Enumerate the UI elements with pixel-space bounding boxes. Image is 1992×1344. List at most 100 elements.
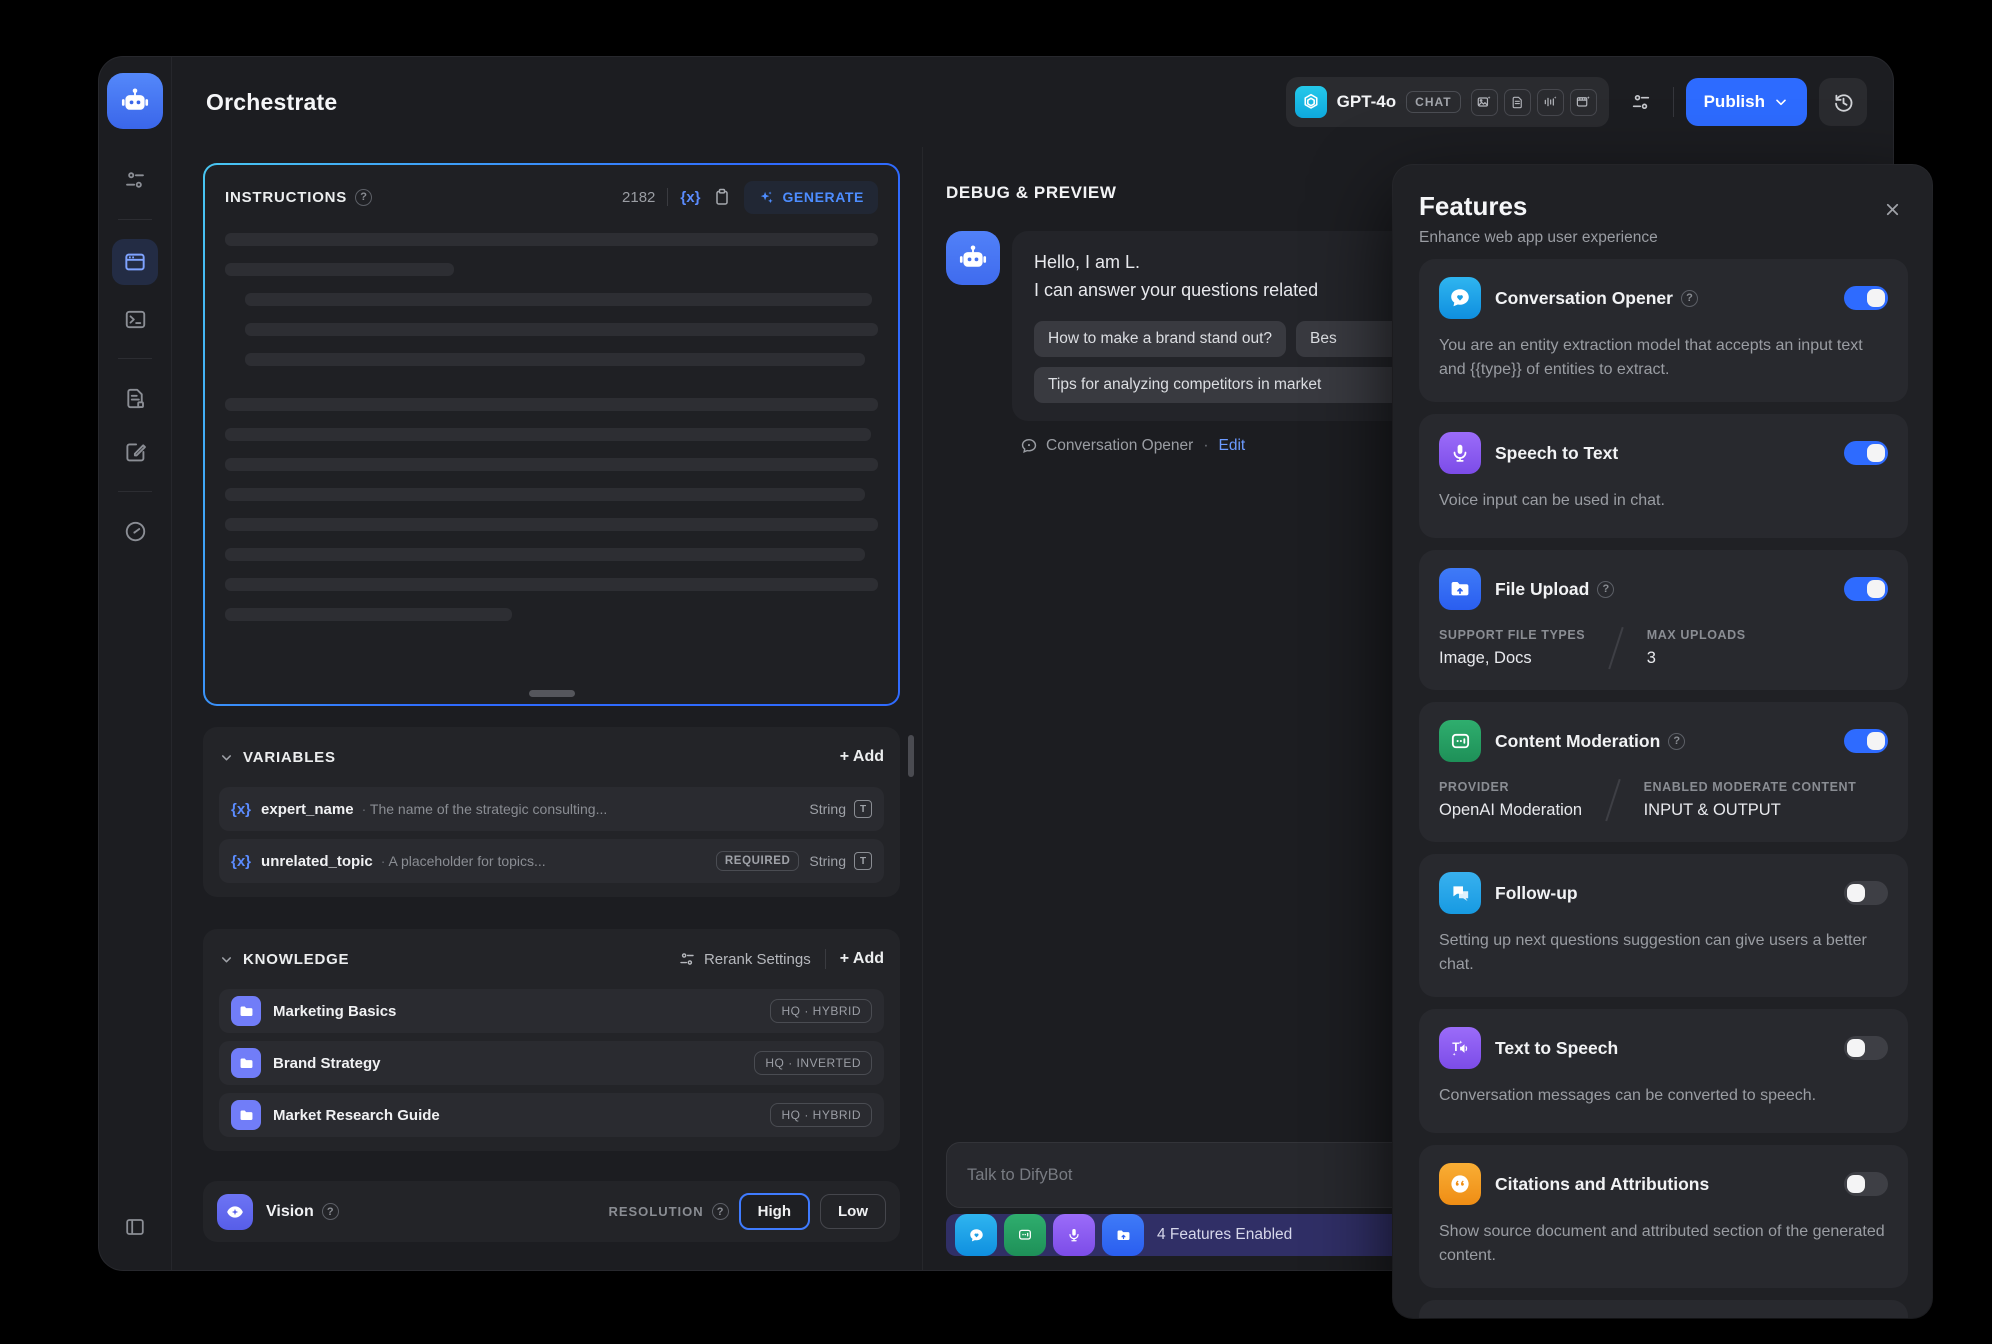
sidebar-item-terminal[interactable] [115, 299, 155, 339]
feature-info-value: OpenAI Moderation [1439, 801, 1582, 820]
close-features-button[interactable] [1876, 193, 1908, 225]
feature-info-label: SUPPORT FILE TYPES [1439, 628, 1585, 642]
vision-capability-icon[interactable] [1471, 89, 1498, 116]
sparkles-icon [758, 189, 775, 206]
text-to-speech-toggle[interactable] [1844, 1036, 1888, 1060]
help-icon[interactable]: ? [1597, 581, 1614, 598]
help-icon[interactable]: ? [712, 1203, 729, 1220]
suggested-question-chip[interactable]: How to make a brand stand out? [1034, 321, 1286, 357]
chevron-down-icon[interactable] [219, 750, 234, 765]
content-moderation-toggle[interactable] [1844, 729, 1888, 753]
resolution-low-button[interactable]: Low [820, 1194, 886, 1229]
feature-title: Content Moderation [1495, 731, 1660, 752]
feature-card-citations: Citations and Attributions Show source d… [1419, 1145, 1908, 1288]
sidebar-item-orchestrate[interactable] [112, 239, 158, 285]
file-upload-icon [1439, 568, 1481, 610]
knowledge-title: KNOWLEDGE [243, 951, 349, 968]
robot-icon [119, 85, 151, 117]
character-count: 2182 [622, 189, 655, 206]
sidebar-item-monitoring[interactable] [115, 511, 155, 551]
model-selector[interactable]: GPT-4o CHAT [1286, 77, 1609, 127]
features-panel-title: Features [1419, 191, 1908, 222]
rerank-settings-button[interactable]: Rerank Settings [678, 950, 811, 968]
openai-logo [1295, 86, 1327, 118]
copy-icon[interactable] [712, 187, 732, 207]
variable-row[interactable]: {x} unrelated_topic A placeholder for to… [219, 839, 884, 883]
variable-name: unrelated_topic [261, 853, 373, 870]
instructions-skeleton-text[interactable] [225, 233, 878, 621]
knowledge-section: KNOWLEDGE Rerank Settings + Add [203, 929, 900, 1151]
svg-text:T: T [1452, 1039, 1460, 1053]
variable-icon: {x} [231, 853, 251, 870]
sliders-icon [123, 168, 147, 192]
history-button[interactable] [1819, 78, 1867, 126]
feature-card-content-moderation: Content Moderation ? PROVIDER OpenAI Mod… [1419, 702, 1908, 842]
instructions-panel: INSTRUCTIONS ? 2182 {x} [203, 163, 900, 706]
sidebar-item-logs[interactable] [115, 378, 155, 418]
page-title: Orchestrate [206, 89, 337, 116]
knowledge-row[interactable]: Marketing Basics HQ · HYBRID [219, 989, 884, 1033]
panel-left-icon [123, 1215, 147, 1239]
sidebar-item-annotations[interactable] [115, 432, 155, 472]
audio-capability-icon[interactable] [1537, 89, 1564, 116]
app-window-icon [122, 249, 148, 275]
follow-up-toggle[interactable] [1844, 881, 1888, 905]
resolution-high-button[interactable]: High [739, 1193, 810, 1230]
file-upload-toggle[interactable] [1844, 577, 1888, 601]
knowledge-name: Marketing Basics [273, 1003, 770, 1020]
feature-card-text-to-speech: T Text to Speech Conversation messages c… [1419, 1009, 1908, 1133]
feature-title: Speech to Text [1495, 443, 1618, 464]
document-capability-icon[interactable] [1504, 89, 1531, 116]
app-logo-robot-icon[interactable] [107, 73, 163, 129]
vision-section: Vision ? RESOLUTION ? High Low [203, 1181, 900, 1242]
variable-type: String [809, 853, 846, 869]
speech-to-text-toggle[interactable] [1844, 441, 1888, 465]
variable-row[interactable]: {x} expert_name The name of the strategi… [219, 787, 884, 831]
features-enabled-label: 4 Features Enabled [1157, 1226, 1292, 1244]
feature-title: Citations and Attributions [1495, 1174, 1709, 1195]
knowledge-row[interactable]: Market Research Guide HQ · HYBRID [219, 1093, 884, 1137]
resize-handle[interactable] [529, 690, 575, 697]
vision-icon [217, 1194, 253, 1230]
help-icon[interactable]: ? [1681, 290, 1698, 307]
document-list-icon [123, 386, 148, 411]
required-badge: REQUIRED [716, 851, 800, 871]
config-scrollbar-thumb[interactable] [908, 735, 914, 777]
feature-info-label: PROVIDER [1439, 780, 1582, 794]
conversation-opener-mini-icon [955, 1214, 997, 1256]
citations-toggle[interactable] [1844, 1172, 1888, 1196]
variable-icon: {x} [231, 801, 251, 818]
publish-button[interactable]: Publish [1686, 78, 1807, 126]
feature-info-label: MAX UPLOADS [1647, 628, 1746, 642]
info-divider [1608, 627, 1623, 669]
features-panel: Features Enhance web app user experience… [1393, 165, 1932, 1318]
help-icon[interactable]: ? [355, 189, 372, 206]
knowledge-row[interactable]: Brand Strategy HQ · INVERTED [219, 1041, 884, 1085]
chevron-down-icon[interactable] [219, 952, 234, 967]
help-icon[interactable]: ? [1668, 733, 1685, 750]
separator-dot [1201, 437, 1210, 455]
feature-title: File Upload [1495, 579, 1589, 600]
knowledge-mode-badge: HQ · HYBRID [770, 999, 872, 1023]
insert-variable-icon[interactable]: {x} [680, 189, 700, 206]
bot-avatar [946, 231, 1000, 285]
video-capability-icon[interactable] [1570, 89, 1597, 116]
conversation-opener-icon [1439, 277, 1481, 319]
text-input-type-icon: T [854, 800, 872, 818]
sidebar-item-settings[interactable] [115, 160, 155, 200]
edit-opener-link[interactable]: Edit [1219, 437, 1246, 455]
collapse-sidebar-button[interactable] [115, 1207, 155, 1247]
add-variable-button[interactable]: + Add [840, 748, 884, 766]
model-parameters-button[interactable] [1621, 82, 1661, 122]
conversation-opener-toggle[interactable] [1844, 286, 1888, 310]
knowledge-folder-icon [231, 1100, 261, 1130]
feature-title: Text to Speech [1495, 1038, 1618, 1059]
feature-card-file-upload: File Upload ? SUPPORT FILE TYPES Image, … [1419, 550, 1908, 690]
add-knowledge-button[interactable]: + Add [840, 950, 884, 968]
conversation-opener-label: Conversation Opener [1046, 437, 1193, 455]
header-divider [825, 949, 826, 969]
generate-button[interactable]: GENERATE [744, 181, 878, 214]
history-icon [1832, 91, 1855, 114]
help-icon[interactable]: ? [322, 1203, 339, 1220]
publish-label: Publish [1704, 92, 1765, 112]
